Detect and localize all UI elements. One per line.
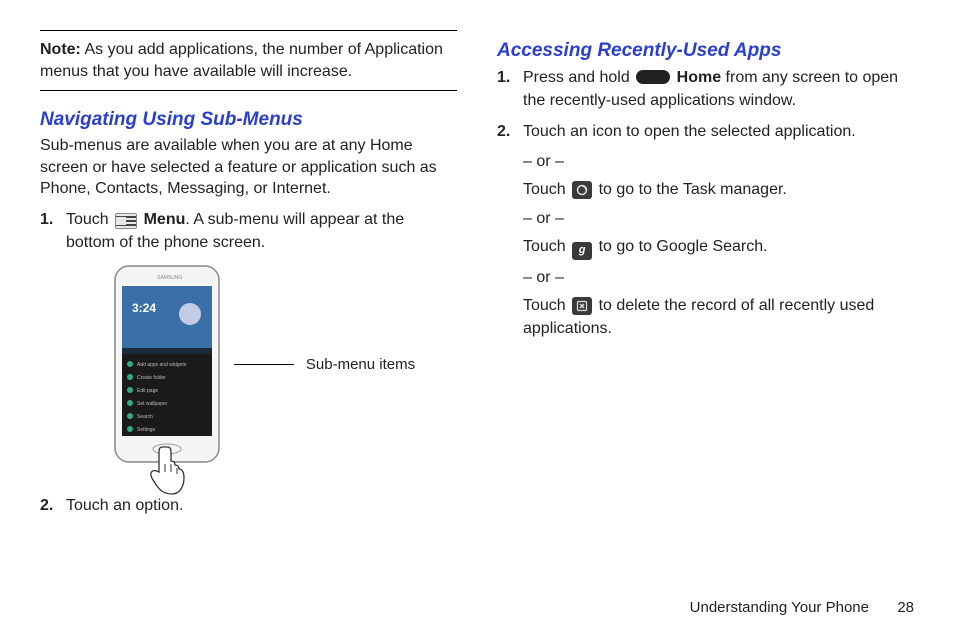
step-number: 2. (40, 494, 53, 517)
r3-a: Touch (523, 181, 570, 198)
svg-text:Set wallpaper: Set wallpaper (137, 401, 168, 407)
page-footer: Understanding Your Phone 28 (690, 599, 914, 616)
r1-text-a: Press and hold (523, 69, 634, 86)
r4-a: Touch (523, 238, 570, 255)
step1-text-a: Touch (66, 211, 113, 228)
task-manager-line: Touch to go to the Task manager. (523, 179, 914, 201)
svg-text:Add apps and widgets: Add apps and widgets (137, 362, 187, 368)
left-step-2: 2. Touch an option. (66, 494, 457, 517)
left-step-1: 1. Touch Menu. A sub-menu will appear at… (66, 208, 457, 254)
svg-text:Edit page: Edit page (137, 388, 158, 394)
r1-home-label: Home (677, 69, 721, 86)
step-number: 1. (497, 66, 510, 89)
svg-text:SAMSUNG: SAMSUNG (157, 275, 182, 281)
note-text: As you add applications, the number of A… (40, 41, 443, 80)
delete-record-line: Touch to delete the record of all recent… (523, 295, 914, 340)
or-separator: – or – (523, 207, 914, 230)
svg-text:Search: Search (137, 414, 153, 420)
note-box: Note: As you add applications, the numbe… (40, 30, 457, 91)
section-head-accessing: Accessing Recently-Used Apps (497, 40, 914, 62)
step-number: 1. (40, 208, 53, 231)
footer-chapter: Understanding Your Phone (690, 599, 869, 616)
right-column: Accessing Recently-Used Apps 1. Press an… (497, 30, 914, 526)
step-number: 2. (497, 120, 510, 143)
section1-body: Sub-menus are available when you are at … (40, 135, 457, 200)
or-separator: – or – (523, 150, 914, 173)
menu-icon (115, 213, 137, 229)
callout-line (234, 364, 294, 365)
r3-b: to go to the Task manager. (599, 181, 787, 198)
r4-b: to go to Google Search. (599, 238, 768, 255)
step2-text: Touch an option. (66, 497, 183, 514)
google-icon: g (572, 242, 592, 260)
footer-page-number: 28 (897, 599, 914, 616)
delete-icon (572, 297, 592, 315)
svg-text:3:24: 3:24 (132, 301, 156, 315)
phone-illustration: 3:24 Add apps and widgets Create folder … (40, 264, 457, 464)
right-step-2: 2. Touch an icon to open the selected ap… (523, 120, 914, 340)
hand-pointer-icon (140, 442, 188, 502)
task-manager-icon (572, 181, 592, 199)
google-search-line: Touch g to go to Google Search. (523, 236, 914, 260)
right-step-1: 1. Press and hold Home from any screen t… (523, 66, 914, 112)
r5-a: Touch (523, 297, 570, 314)
left-column: Note: As you add applications, the numbe… (40, 30, 457, 526)
callout-label: Sub-menu items (306, 356, 415, 373)
svg-text:Create folder: Create folder (137, 375, 166, 381)
home-button-icon (636, 70, 670, 84)
note-label: Note: (40, 41, 81, 58)
phone-device: 3:24 Add apps and widgets Create folder … (112, 264, 222, 464)
step1-menu-label: Menu (144, 211, 186, 228)
section-head-navigating: Navigating Using Sub-Menus (40, 109, 457, 131)
or-separator: – or – (523, 266, 914, 289)
svg-text:Settings: Settings (137, 427, 156, 433)
r2-text: Touch an icon to open the selected appli… (523, 123, 856, 140)
